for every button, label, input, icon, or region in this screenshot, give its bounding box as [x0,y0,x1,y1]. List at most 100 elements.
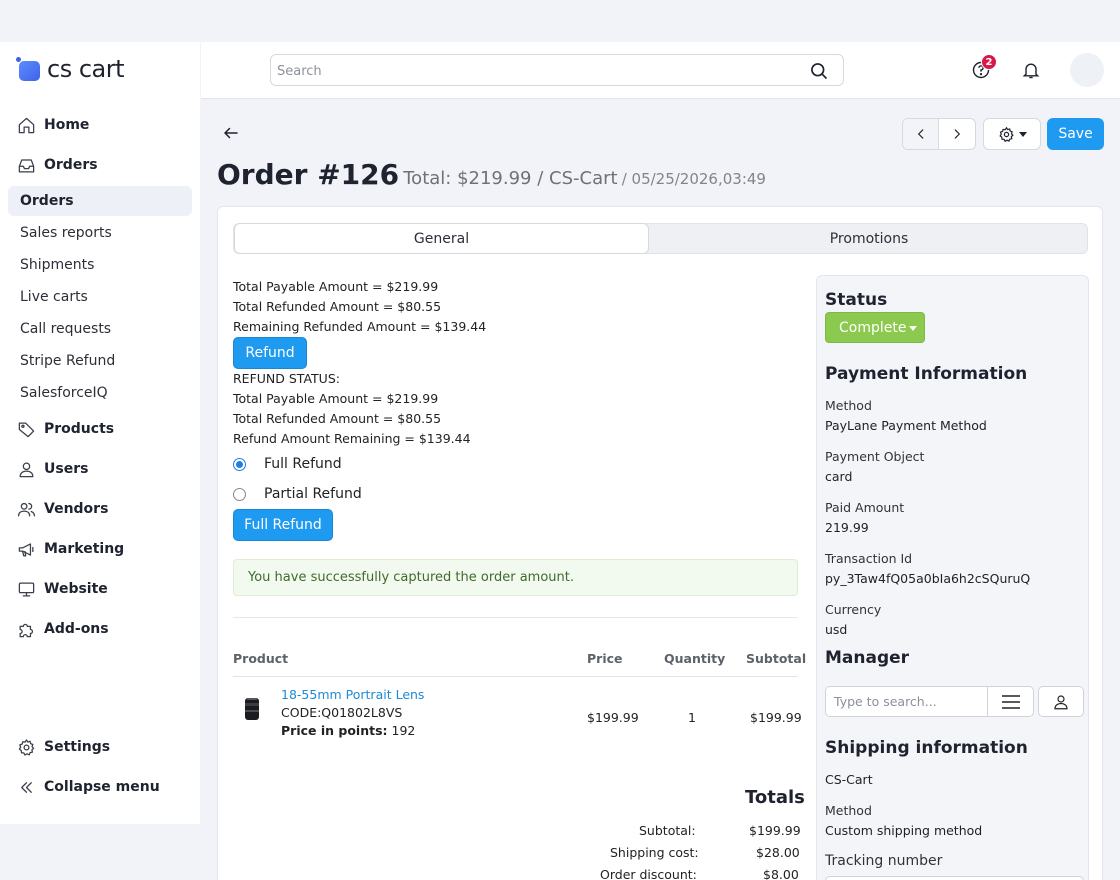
shipping-carrier: CS-Cart [825,772,873,787]
previous-order-button[interactable] [903,119,940,149]
refund-button[interactable]: Refund [233,337,307,369]
totals-subtotal-value: $199.99 [749,823,801,838]
order-card: General Promotions Total Payable Amount … [217,206,1103,880]
refund-status-title: REFUND STATUS: [233,371,340,386]
product-code: CODE:Q01802L8VS [281,705,403,720]
manager-assign-button[interactable] [1038,686,1084,717]
product-name-link[interactable]: 18-55mm Portrait Lens [281,687,424,702]
sidebar-item-orders[interactable]: Orders [8,150,192,180]
search-icon[interactable] [809,61,829,81]
lens-thumbnail-icon[interactable] [243,697,261,721]
sidebar-item-label: Marketing [44,541,125,557]
sidebar-item-label: Orders [44,157,98,173]
sidebar-subitem-orders[interactable]: Orders [8,186,192,216]
currency-value: usd [825,622,848,637]
product-subtotal: $199.99 [750,710,802,725]
sidebar-item-label: Add-ons [44,621,109,637]
status-title: Status [825,290,888,310]
full-refund-submit-button[interactable]: Full Refund [233,509,333,541]
sidebar-subitem-call-requests[interactable]: Call requests [8,314,192,344]
product-quantity: 1 [688,710,696,725]
collapse-menu-label: Collapse menu [44,779,160,795]
list-icon [1001,694,1020,709]
sidebar-subitem-sales-reports[interactable]: Sales reports [8,218,192,248]
sidebar-subitem-salesforceiq[interactable]: SalesforceIQ [8,378,192,408]
search-input[interactable] [277,61,777,81]
tracking-number-input[interactable] [825,876,1084,880]
refund-section: Total Payable Amount = $219.99 Total Ref… [233,277,486,541]
payment-method-value: PayLane Payment Method [825,418,987,433]
sidebar-item-label: Vendors [44,501,109,517]
sidebar-item-label: Call requests [20,321,112,337]
partial-refund-radio[interactable] [233,487,246,501]
full-refund-label: Full Refund [264,456,342,472]
top-strip [0,0,1120,42]
success-message: You have successfully captured the order… [233,559,798,596]
sidebar-item-label: Products [44,421,115,437]
sidebar-item-users[interactable]: Users [8,454,192,484]
payment-object-label: Payment Object [825,449,925,464]
back-arrow-icon[interactable] [222,124,242,144]
full-refund-radio[interactable] [233,457,246,471]
sidebar-item-website[interactable]: Website [8,574,192,604]
sidebar: cs cart Home Orders Orders Sales reports… [0,42,200,824]
prev-next-buttons [902,118,976,150]
sidebar-item-label: Home [44,117,90,133]
product-points: Price in points: 192 [281,723,415,738]
table-header-divider [233,676,798,677]
order-total: Total: $219.99 / CS-Cart [403,168,618,189]
next-order-button[interactable] [939,119,975,149]
tag-icon [16,419,36,439]
sidebar-item-settings[interactable]: Settings [8,732,192,762]
cs-cart-logo-icon [16,57,40,81]
bell-icon[interactable] [1021,60,1043,82]
manager-search-input[interactable] [825,686,987,717]
refund-info-line: Total Refunded Amount = $80.55 [233,299,442,314]
caret-down-icon [909,326,917,331]
sidebar-item-marketing[interactable]: Marketing [8,534,192,564]
page-title: Order #126 Total: $219.99 / CS-Cart / 05… [217,158,766,191]
refund-info-line: Remaining Refunded Amount = $139.44 [233,319,487,334]
manager-title: Manager [825,648,910,668]
refund-status-line: Refund Amount Remaining = $139.44 [233,431,471,446]
sidebar-item-addons[interactable]: Add-ons [8,614,192,644]
save-button[interactable]: Save [1047,118,1104,150]
sidebar-item-vendors[interactable]: Vendors [8,494,192,524]
refund-status-line: Total Refunded Amount = $80.55 [233,411,442,426]
full-refund-option[interactable]: Full Refund [233,449,486,479]
manager-list-button[interactable] [987,686,1034,717]
tab-general[interactable]: General [234,223,649,254]
search-box[interactable] [270,54,844,86]
notification-count-badge: 2 [981,54,997,70]
totals-discount-value: $8.00 [763,867,799,880]
settings-dropdown-button[interactable] [983,118,1041,150]
sidebar-subitem-live-carts[interactable]: Live carts [8,282,192,312]
sidebar-item-products[interactable]: Products [8,414,192,444]
gear-icon [998,126,1014,142]
avatar[interactable] [1070,53,1104,87]
sidebar-item-label: Website [44,581,108,597]
users-icon [16,499,36,519]
tab-promotions[interactable]: Promotions [649,224,1089,253]
gear-icon [16,737,36,757]
logo[interactable]: cs cart [16,54,125,84]
order-side-panel: Status Complete Payment Information Meth… [816,275,1089,880]
home-icon [16,115,36,135]
collapse-menu-button[interactable]: Collapse menu [8,772,192,802]
inbox-icon [16,155,36,175]
sidebar-subitem-stripe-refund[interactable]: Stripe Refund [8,346,192,376]
status-dropdown[interactable]: Complete [825,312,925,343]
shipping-info-title: Shipping information [825,738,1028,758]
brand-name: cs cart [47,55,125,83]
sidebar-item-label: Users [44,461,89,477]
column-header-subtotal: Subtotal [746,651,807,666]
totals-discount-label: Order discount: [600,867,697,880]
points-label: Price in points: [281,723,388,738]
partial-refund-option[interactable]: Partial Refund [233,479,486,509]
refund-info-line: Total Payable Amount = $219.99 [233,279,439,294]
partial-refund-label: Partial Refund [264,486,362,502]
sidebar-subitem-shipments[interactable]: Shipments [8,250,192,280]
sidebar-item-home[interactable]: Home [8,110,192,140]
totals-title: Totals [745,787,805,808]
top-header: 2 [201,42,1120,99]
